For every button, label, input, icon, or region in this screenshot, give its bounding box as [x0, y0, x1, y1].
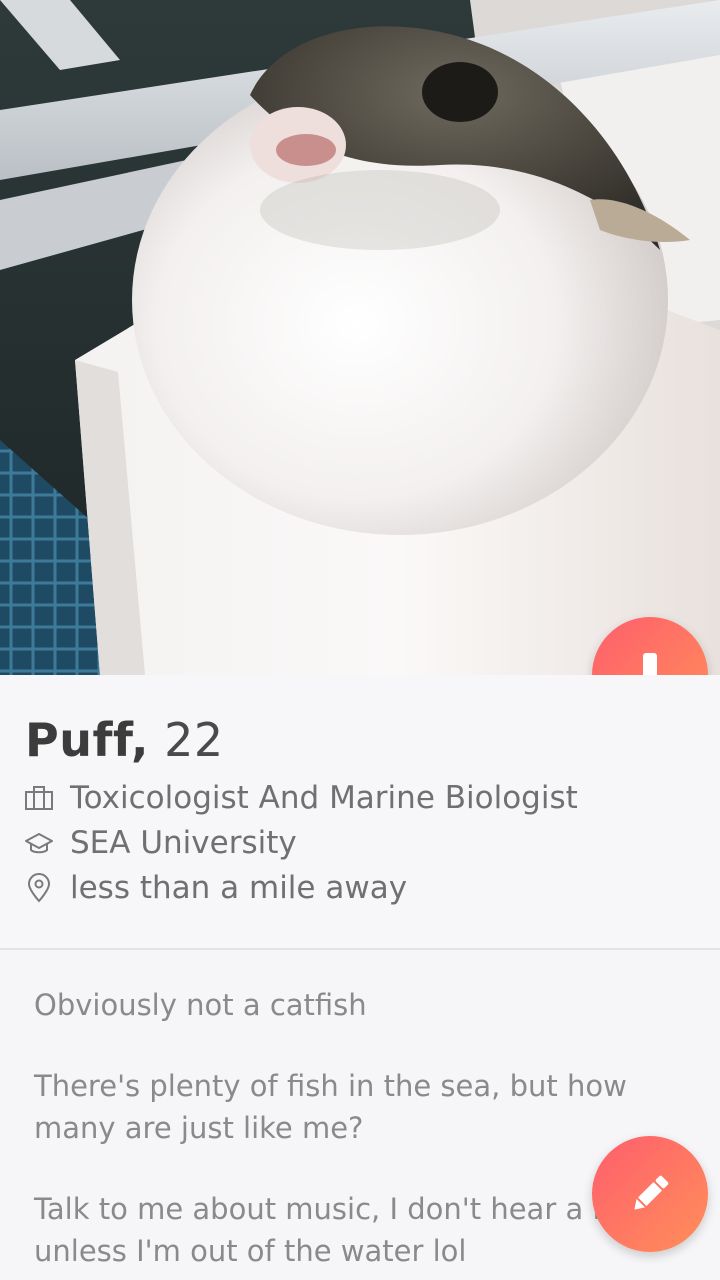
bio-line: many are just like me?	[34, 1111, 364, 1145]
bio-paragraph-2: There's plenty of fish in the sea, but h…	[34, 1065, 694, 1149]
section-divider	[0, 948, 720, 950]
distance-row: less than a mile away	[24, 866, 407, 910]
bio-line: There's plenty of fish in the sea, but h…	[34, 1069, 627, 1103]
bio-line: unless I'm out of the water lol	[34, 1234, 467, 1268]
bio-section: Obviously not a catfish There's plenty o…	[34, 984, 694, 1280]
bio-paragraph-1: Obviously not a catfish	[34, 984, 694, 1026]
profile-name: Puff,	[25, 713, 149, 767]
pencil-icon	[634, 1175, 669, 1210]
profile-photo[interactable]	[0, 0, 720, 675]
pufferfish-photo	[0, 0, 720, 675]
edit-profile-button[interactable]	[592, 1136, 708, 1252]
school-name: SEA University	[70, 825, 297, 861]
name-age-heading: Puff, 22	[25, 713, 224, 767]
school-row: SEA University	[24, 821, 297, 865]
graduation-cap-icon	[24, 828, 54, 858]
job-row: Toxicologist And Marine Biologist	[24, 776, 578, 820]
bio-line: Obviously not a catfish	[34, 988, 367, 1022]
distance-text: less than a mile away	[70, 870, 408, 906]
job-title: Toxicologist And Marine Biologist	[70, 780, 578, 816]
profile-age: 22	[164, 713, 224, 767]
bio-line: Talk to me about music, I don't hear a l…	[34, 1192, 630, 1226]
location-pin-icon	[24, 873, 54, 903]
profile-page: Puff, 22 Toxicologist And Marine Biologi…	[0, 0, 720, 1280]
profile-info: Puff, 22 Toxicologist And Marine Biologi…	[0, 675, 720, 950]
briefcase-icon	[24, 783, 54, 813]
